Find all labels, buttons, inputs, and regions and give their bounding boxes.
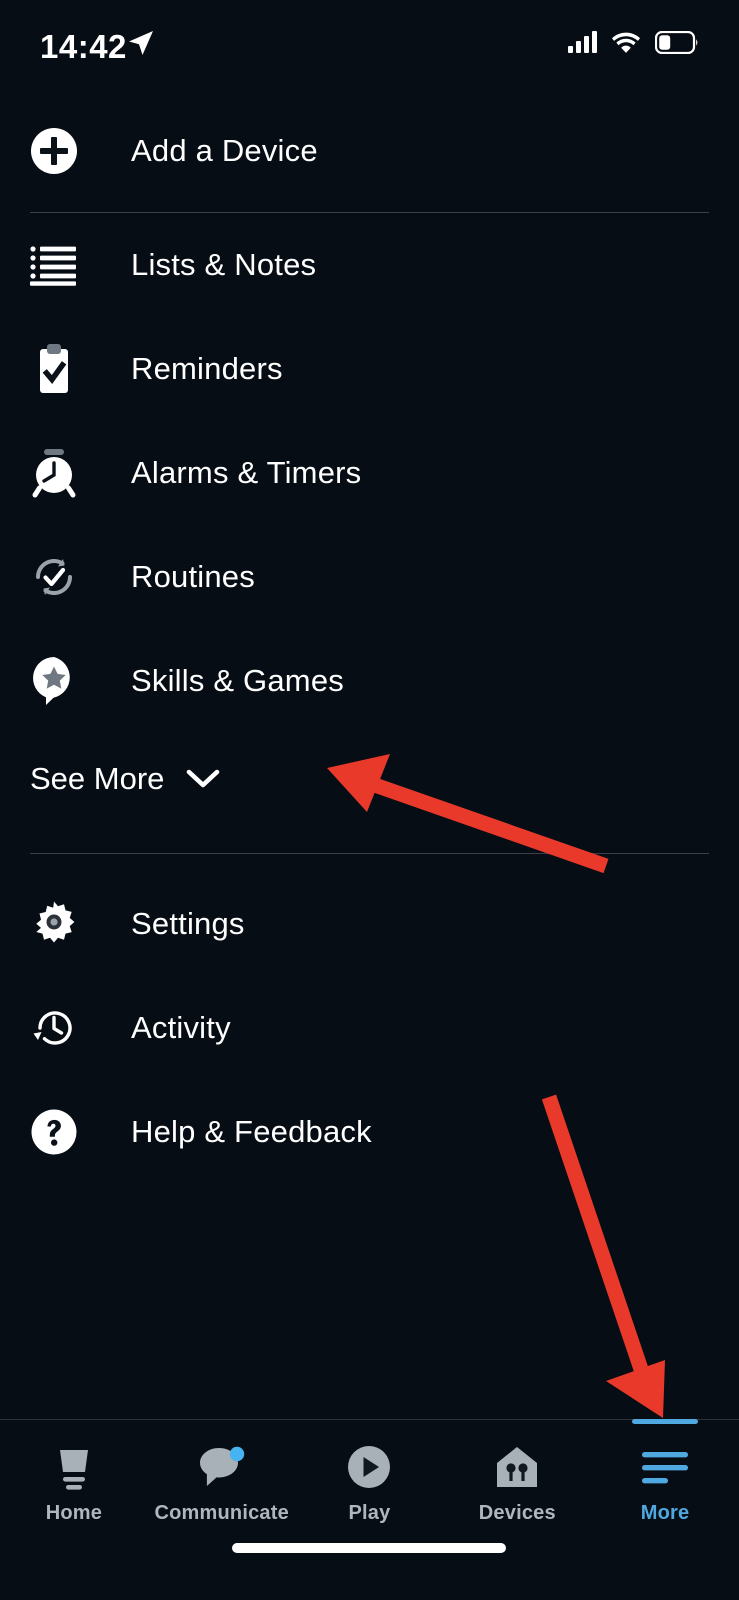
history-clock-icon (30, 1004, 78, 1052)
tab-communicate[interactable]: Communicate (148, 1440, 296, 1540)
hamburger-icon (638, 1440, 692, 1494)
see-more-button[interactable]: See More (0, 733, 739, 825)
tab-label: Devices (478, 1502, 556, 1524)
more-menu-list: Add a Device Lists & Notes Reminders Ala… (0, 90, 739, 1184)
menu-item-activity[interactable]: Activity (0, 976, 739, 1080)
home-indicator (232, 1543, 506, 1553)
menu-item-settings[interactable]: Settings (0, 872, 739, 976)
question-circle-icon (30, 1108, 78, 1156)
status-bar: 14:42 (0, 0, 739, 90)
tab-label: Home (45, 1502, 103, 1524)
speech-bubble-icon (196, 1440, 248, 1494)
alexa-more-screen: 14:42 Add a Device Lists & Notes Reminde… (0, 0, 739, 1600)
menu-item-label: Add a Device (131, 133, 318, 168)
menu-item-reminders[interactable]: Reminders (0, 317, 739, 421)
menu-item-label: Skills & Games (131, 663, 344, 698)
home-devices-icon (492, 1440, 542, 1494)
status-time: 14:42 (40, 28, 127, 65)
menu-item-add-a-device[interactable]: Add a Device (0, 90, 739, 212)
play-circle-icon (344, 1440, 394, 1494)
see-more-label: See More (30, 761, 165, 796)
list-icon (30, 241, 78, 289)
menu-item-skills-and-games[interactable]: Skills & Games (0, 629, 739, 733)
battery-low-icon (655, 30, 698, 54)
menu-item-label: Routines (131, 559, 255, 594)
bottom-tab-bar: Home Communicate Play Devices More (0, 1419, 739, 1600)
tab-more[interactable]: More (591, 1419, 739, 1540)
plus-circle-icon (30, 127, 78, 175)
menu-item-help-and-feedback[interactable]: Help & Feedback (0, 1080, 739, 1184)
star-bubble-icon (30, 657, 78, 705)
cellular-signal-icon (568, 31, 597, 53)
clipboard-check-icon (30, 344, 78, 393)
tab-home[interactable]: Home (0, 1440, 148, 1540)
wifi-icon (612, 32, 640, 53)
routine-refresh-check-icon (30, 553, 78, 601)
menu-item-label: Lists & Notes (131, 247, 317, 282)
echo-device-icon (49, 1440, 99, 1494)
location-arrow-icon (129, 31, 153, 55)
status-indicators (568, 28, 699, 56)
tab-devices[interactable]: Devices (443, 1440, 591, 1540)
tab-label: Communicate (154, 1502, 289, 1524)
menu-item-label: Help & Feedback (131, 1114, 372, 1149)
tab-label: Play (348, 1502, 391, 1524)
menu-item-label: Alarms & Timers (131, 455, 362, 490)
menu-item-label: Activity (131, 1010, 231, 1045)
tab-play[interactable]: Play (296, 1440, 444, 1540)
divider-bottom (30, 853, 709, 854)
gear-icon (30, 900, 78, 948)
tab-label: More (640, 1502, 690, 1524)
active-tab-indicator (632, 1419, 699, 1424)
menu-item-label: Reminders (131, 351, 283, 386)
menu-item-lists-and-notes[interactable]: Lists & Notes (0, 213, 739, 317)
menu-item-alarms-and-timers[interactable]: Alarms & Timers (0, 421, 739, 525)
menu-item-label: Settings (131, 906, 245, 941)
alarm-clock-icon (30, 449, 78, 498)
menu-item-routines[interactable]: Routines (0, 525, 739, 629)
chevron-down-icon (186, 768, 220, 790)
